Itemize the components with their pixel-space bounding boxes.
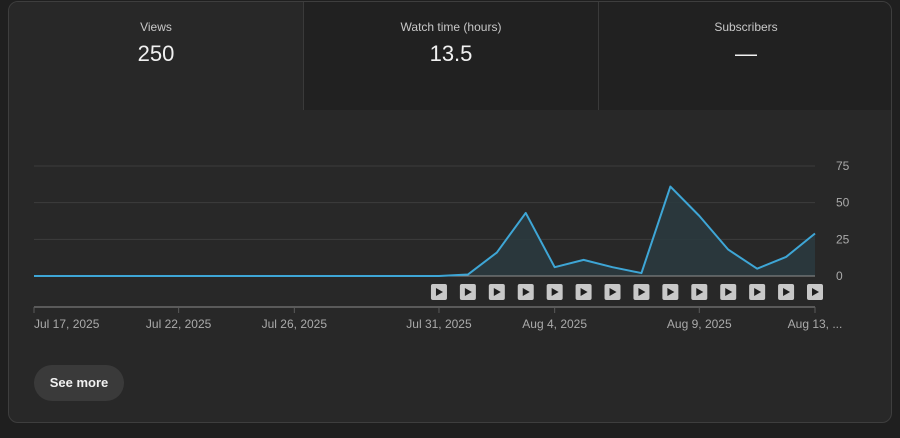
series-area [34, 186, 815, 276]
y-tick-label: 75 [836, 159, 850, 173]
views-chart: 0 25 50 75 Jul 17, 2025 Jul 22, 2025 Jul 26, 2… [9, 110, 891, 350]
play-icon[interactable] [720, 284, 737, 300]
y-tick-label: 25 [836, 232, 850, 246]
see-more-button[interactable]: See more [34, 365, 124, 401]
play-icon[interactable] [691, 284, 708, 300]
play-icon[interactable] [633, 284, 650, 300]
play-icon[interactable] [807, 284, 823, 300]
tab-watch-time-value: 13.5 [429, 41, 473, 66]
tab-views[interactable]: Views 250 [9, 2, 304, 110]
play-icon[interactable] [749, 284, 766, 300]
play-icon[interactable] [662, 284, 679, 300]
y-tick-label: 0 [836, 269, 843, 283]
analytics-card: Views 250 Watch time (hours) 13.5 Subscr… [8, 1, 892, 423]
tab-subscribers[interactable]: Subscribers — [599, 2, 891, 110]
x-tick-label: Jul 31, 2025 [406, 317, 472, 331]
play-icon[interactable] [546, 284, 563, 300]
chart-svg: 0 25 50 75 Jul 17, 2025 Jul 22, 2025 Jul 26, 2… [33, 159, 850, 331]
play-icon[interactable] [459, 284, 476, 300]
tab-views-label: Views [140, 20, 172, 34]
x-tick-label: Aug 13, ... [788, 317, 843, 331]
x-tick-label: Aug 9, 2025 [667, 317, 732, 331]
tab-views-value: 250 [137, 41, 175, 66]
x-tick-label: Jul 22, 2025 [146, 317, 212, 331]
tab-subscribers-label: Subscribers [714, 20, 778, 34]
x-tick-label: Jul 26, 2025 [262, 317, 328, 331]
tab-subscribers-value: — [735, 41, 757, 66]
x-tick-label: Aug 4, 2025 [522, 317, 587, 331]
play-icon[interactable] [604, 284, 621, 300]
play-icon[interactable] [488, 284, 505, 300]
x-tick-label: Jul 17, 2025 [34, 317, 100, 331]
play-icon[interactable] [778, 284, 795, 300]
play-icon[interactable] [517, 284, 534, 300]
metric-tabs: Views 250 Watch time (hours) 13.5 Subscr… [9, 2, 891, 110]
tab-watch-time[interactable]: Watch time (hours) 13.5 [304, 2, 599, 110]
y-tick-label: 50 [836, 196, 850, 210]
tab-watch-time-label: Watch time (hours) [400, 20, 502, 34]
play-icon[interactable] [575, 284, 592, 300]
play-icon[interactable] [430, 284, 447, 300]
